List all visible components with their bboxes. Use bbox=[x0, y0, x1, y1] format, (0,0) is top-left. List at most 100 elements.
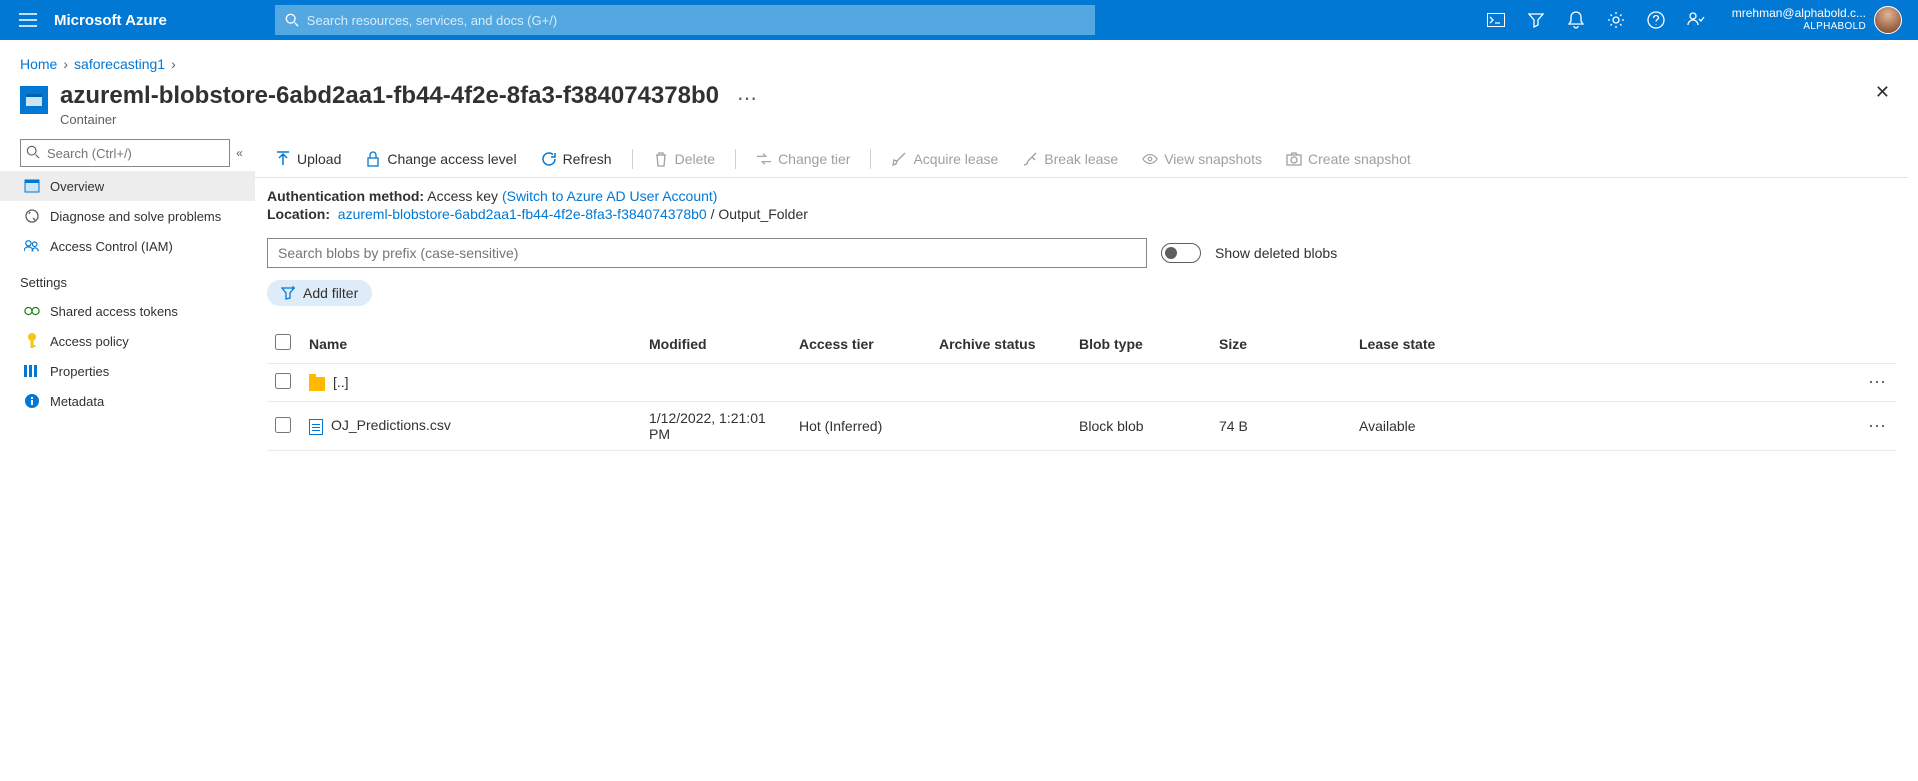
sidebar-item-label: Overview bbox=[50, 179, 104, 194]
page-title: azureml-blobstore-6abd2aa1-fb44-4f2e-8fa… bbox=[60, 82, 719, 110]
cell-archive_status bbox=[931, 364, 1071, 402]
add-filter-button[interactable]: Add filter bbox=[267, 280, 372, 306]
sidebar-item-label: Properties bbox=[50, 364, 109, 379]
toolbar-label: Acquire lease bbox=[913, 151, 998, 167]
title-more-icon[interactable]: ⋯ bbox=[731, 82, 765, 115]
col-blob-type[interactable]: Blob type bbox=[1071, 324, 1211, 364]
acquire-lease-icon bbox=[891, 151, 907, 167]
blob-search-input[interactable] bbox=[267, 238, 1147, 268]
create-snapshot-icon bbox=[1286, 151, 1302, 167]
refresh-button[interactable]: Refresh bbox=[531, 147, 622, 171]
cell-size: 74 B bbox=[1211, 402, 1351, 451]
cell-lease_state: Available bbox=[1351, 402, 1856, 451]
collapse-sidebar-icon[interactable]: « bbox=[230, 146, 243, 160]
toolbar-label: Create snapshot bbox=[1308, 151, 1411, 167]
table-row[interactable]: [..] ⋯ bbox=[267, 364, 1896, 402]
cloud-shell-icon[interactable] bbox=[1476, 0, 1516, 40]
header-icons: mrehman@alphabold.c... ALPHABOLD bbox=[1476, 0, 1910, 40]
sidebar-item-metadata[interactable]: Metadata bbox=[0, 386, 255, 416]
auth-method-value: Access key bbox=[427, 188, 498, 204]
col-lease-state[interactable]: Lease state bbox=[1351, 324, 1856, 364]
container-icon bbox=[20, 86, 48, 114]
change-access-button[interactable]: Change access level bbox=[355, 147, 526, 171]
col-archive-status[interactable]: Archive status bbox=[931, 324, 1071, 364]
info-block: Authentication method: Access key (Switc… bbox=[255, 178, 1908, 230]
upload-button[interactable]: Upload bbox=[265, 147, 351, 171]
row-checkbox[interactable] bbox=[275, 373, 291, 389]
blob-name[interactable]: OJ_Predictions.csv bbox=[331, 417, 451, 433]
blob-name[interactable]: [..] bbox=[333, 374, 349, 390]
page-subtitle: Container bbox=[60, 112, 719, 127]
upload-icon bbox=[275, 151, 291, 167]
toolbar-label: Delete bbox=[675, 151, 715, 167]
settings-icon[interactable] bbox=[1596, 0, 1636, 40]
toolbar: Upload Change access level Refresh Delet bbox=[255, 139, 1908, 178]
sidebar-item-access-policy[interactable]: Access policy bbox=[0, 326, 255, 356]
sidebar-item-sas[interactable]: Shared access tokens bbox=[0, 296, 255, 326]
top-header: Microsoft Azure mrehman@alphabold.c... A… bbox=[0, 0, 1918, 40]
sidebar-item-overview[interactable]: Overview bbox=[0, 171, 255, 201]
refresh-icon bbox=[541, 151, 557, 167]
cell-modified bbox=[641, 364, 791, 402]
hamburger-icon[interactable] bbox=[8, 13, 48, 27]
col-name[interactable]: Name bbox=[301, 324, 641, 364]
toolbar-label: Refresh bbox=[563, 151, 612, 167]
notifications-icon[interactable] bbox=[1556, 0, 1596, 40]
table-row[interactable]: OJ_Predictions.csv1/12/2022, 1:21:01 PMH… bbox=[267, 402, 1896, 451]
avatar[interactable] bbox=[1874, 6, 1902, 34]
breadcrumb: Home › saforecasting1 › bbox=[0, 40, 1918, 76]
acquire-lease-button: Acquire lease bbox=[881, 147, 1008, 171]
toolbar-label: Break lease bbox=[1044, 151, 1118, 167]
col-modified[interactable]: Modified bbox=[641, 324, 791, 364]
row-more-icon[interactable]: ⋯ bbox=[1856, 364, 1896, 402]
sidebar-search-input[interactable] bbox=[20, 139, 230, 167]
change-tier-button: Change tier bbox=[746, 147, 860, 171]
row-checkbox[interactable] bbox=[275, 417, 291, 433]
iam-icon bbox=[24, 238, 40, 254]
col-size[interactable]: Size bbox=[1211, 324, 1351, 364]
help-icon[interactable] bbox=[1636, 0, 1676, 40]
feedback-icon[interactable] bbox=[1676, 0, 1716, 40]
properties-icon bbox=[24, 363, 40, 379]
breadcrumb-home[interactable]: Home bbox=[20, 56, 57, 72]
sidebar-item-iam[interactable]: Access Control (IAM) bbox=[0, 231, 255, 261]
sas-icon bbox=[24, 303, 40, 319]
chevron-right-icon: › bbox=[63, 56, 68, 72]
directory-filter-icon[interactable] bbox=[1516, 0, 1556, 40]
global-search-input[interactable] bbox=[299, 13, 1085, 28]
cell-size bbox=[1211, 364, 1351, 402]
location-tail: Output_Folder bbox=[718, 206, 808, 222]
close-icon[interactable]: ✕ bbox=[1875, 82, 1898, 103]
user-tenant: ALPHABOLD bbox=[1732, 20, 1866, 34]
cell-archive_status bbox=[931, 402, 1071, 451]
select-all-checkbox[interactable] bbox=[275, 334, 291, 350]
search-icon bbox=[26, 145, 40, 159]
view-snapshots-icon bbox=[1142, 151, 1158, 167]
auth-switch-link[interactable]: (Switch to Azure AD User Account) bbox=[502, 188, 718, 204]
sidebar-item-diagnose[interactable]: Diagnose and solve problems bbox=[0, 201, 255, 231]
sidebar-item-label: Diagnose and solve problems bbox=[50, 209, 221, 224]
main-panel: Upload Change access level Refresh Delet bbox=[255, 139, 1918, 451]
view-snapshots-button: View snapshots bbox=[1132, 147, 1272, 171]
sidebar-item-properties[interactable]: Properties bbox=[0, 356, 255, 386]
show-deleted-label: Show deleted blobs bbox=[1215, 245, 1337, 261]
toolbar-label: Change access level bbox=[387, 151, 516, 167]
brand-label[interactable]: Microsoft Azure bbox=[48, 12, 185, 29]
show-deleted-toggle[interactable] bbox=[1161, 243, 1201, 263]
global-search[interactable] bbox=[275, 5, 1095, 35]
location-link[interactable]: azureml-blobstore-6abd2aa1-fb44-4f2e-8fa… bbox=[338, 206, 707, 222]
row-more-icon[interactable]: ⋯ bbox=[1856, 402, 1896, 451]
folder-icon bbox=[309, 377, 325, 391]
search-icon bbox=[285, 13, 299, 27]
cell-blob_type bbox=[1071, 364, 1211, 402]
sidebar-section-settings: Settings bbox=[0, 261, 255, 296]
sidebar: « Overview Diagnose and solve problems A… bbox=[0, 139, 255, 451]
change-tier-icon bbox=[756, 151, 772, 167]
col-access-tier[interactable]: Access tier bbox=[791, 324, 931, 364]
toolbar-label: Change tier bbox=[778, 151, 850, 167]
auth-method-label: Authentication method: bbox=[267, 188, 424, 204]
lock-icon bbox=[365, 151, 381, 167]
cell-access_tier bbox=[791, 364, 931, 402]
breadcrumb-parent[interactable]: saforecasting1 bbox=[74, 56, 165, 72]
user-block[interactable]: mrehman@alphabold.c... ALPHABOLD bbox=[1716, 6, 1910, 34]
